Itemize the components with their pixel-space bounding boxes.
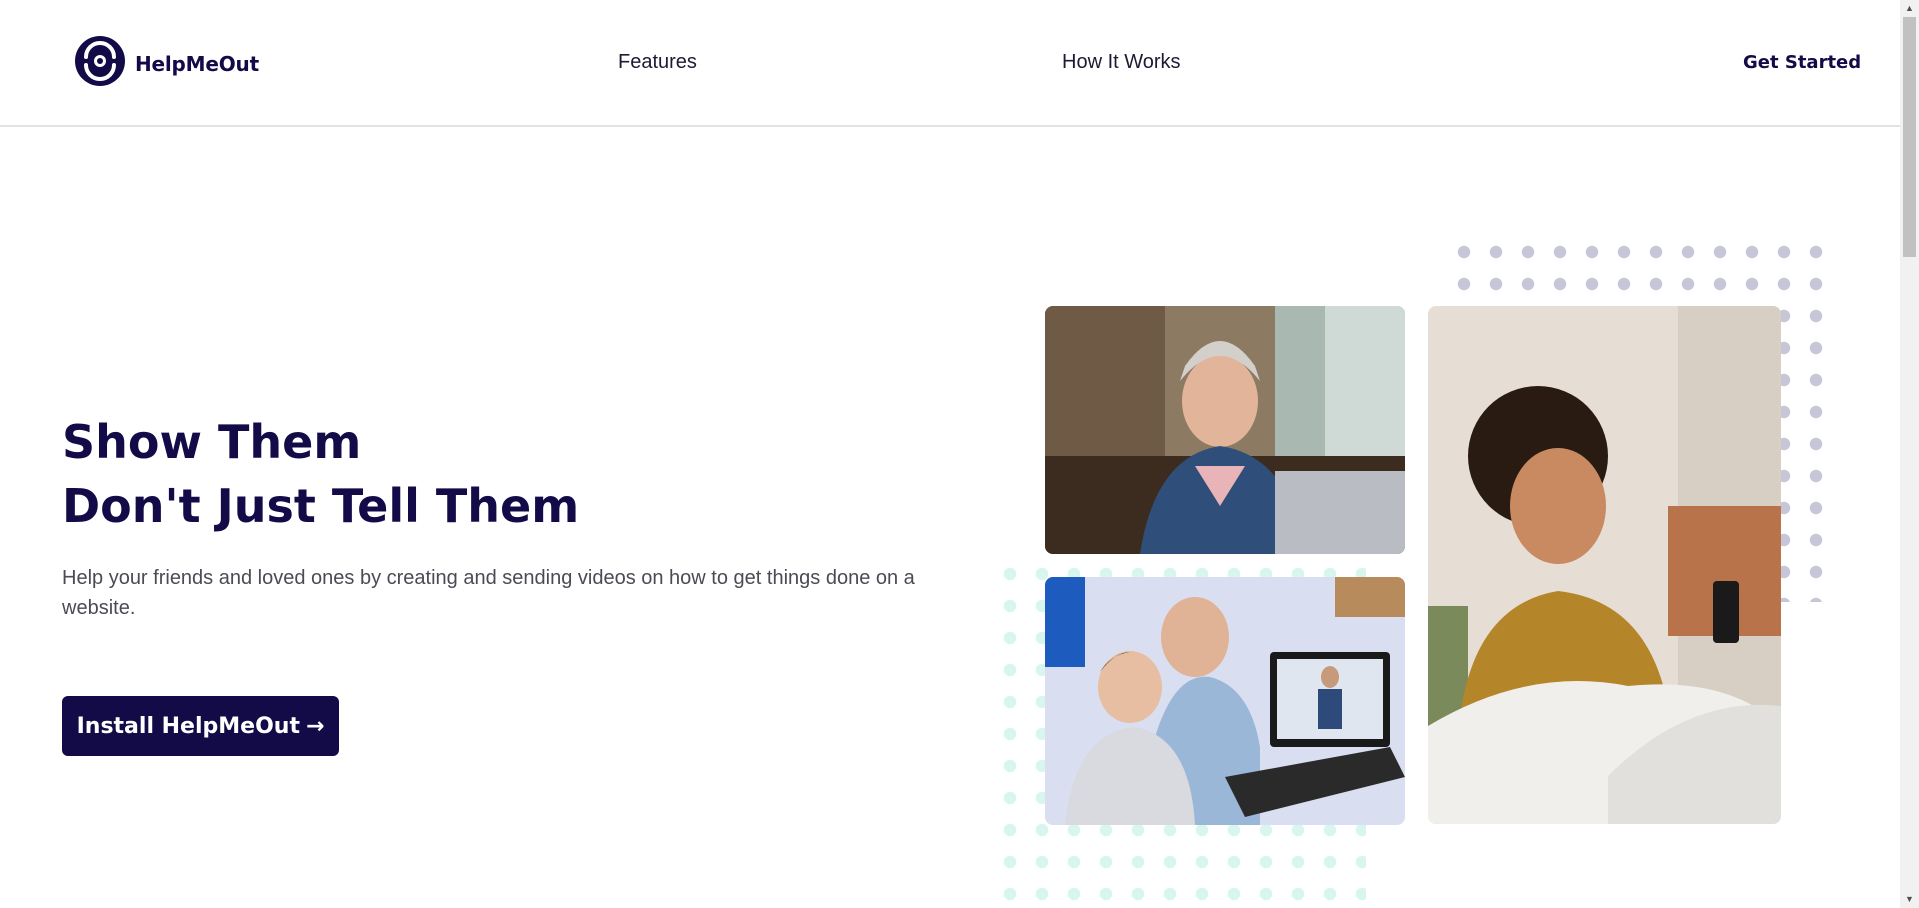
install-button[interactable]: Install HelpMeOut →: [62, 696, 339, 756]
get-started-link[interactable]: Get Started: [1743, 52, 1861, 73]
hero-subtext: Help your friends and loved ones by crea…: [62, 567, 915, 619]
photo-woman-smiling-phone: [1428, 306, 1781, 824]
headline-line-2: Don't Just Tell Them: [62, 479, 580, 533]
page: HelpMeOut Features How It Works Get Star…: [0, 0, 1919, 908]
logo-icon: [74, 35, 126, 92]
arrow-right-icon: →: [305, 713, 325, 739]
scroll-down-icon[interactable]: ▼: [1900, 891, 1919, 908]
nav-features-link[interactable]: Features: [618, 51, 697, 74]
scrollbar-thumb[interactable]: [1903, 17, 1916, 257]
photo-man-boy-laptop: [1045, 577, 1405, 825]
logo-text: HelpMeOut: [135, 51, 259, 76]
install-button-label: Install HelpMeOut: [76, 713, 300, 739]
scroll-up-icon[interactable]: ▲: [1900, 0, 1919, 17]
nav-how-it-works-link[interactable]: How It Works: [1062, 51, 1181, 74]
hero-headline: Show Them Don't Just Tell Them: [62, 410, 579, 538]
site-header: HelpMeOut Features How It Works Get Star…: [0, 0, 1900, 127]
headline-line-1: Show Them: [62, 415, 362, 469]
logo-link[interactable]: HelpMeOut: [74, 35, 259, 92]
vertical-scrollbar[interactable]: ▲ ▼: [1900, 0, 1919, 908]
photo-woman-headphones-laptop: [1045, 306, 1405, 554]
